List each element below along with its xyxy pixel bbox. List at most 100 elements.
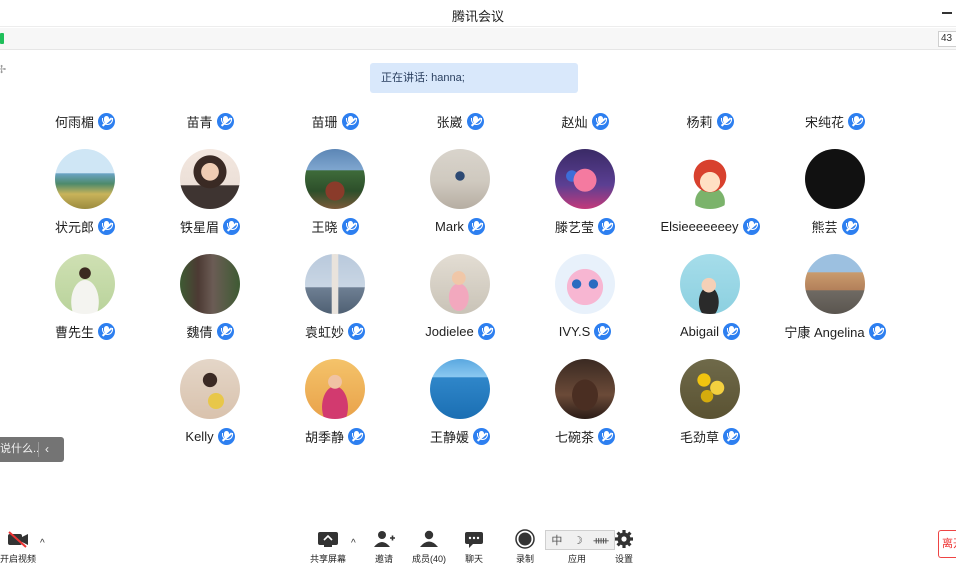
participant-name: Kelly — [185, 428, 214, 444]
participant-name: 熊芸 — [811, 219, 838, 235]
participant-name: 王静媛 — [429, 429, 469, 445]
share-screen-button[interactable]: 共享屏幕 — [306, 529, 350, 569]
video-label: 开启视频 — [0, 554, 36, 564]
record-button[interactable]: 录制 — [503, 529, 547, 569]
participant-avatar — [555, 359, 615, 419]
record-label: 录制 — [515, 554, 534, 564]
chat-popup-divider — [38, 442, 39, 457]
screen-share-icon — [317, 529, 339, 549]
participant-avatar — [180, 254, 240, 314]
participant-name-line: Jodielee — [395, 321, 525, 341]
chat-bubble-icon — [463, 529, 485, 549]
participant-name: 魏倩 — [186, 324, 213, 340]
chat-button[interactable]: 聊天 — [452, 529, 496, 569]
participant-name-line: Elsieeeeeeey — [645, 216, 775, 236]
mic-muted-icon — [477, 322, 495, 340]
share-options-caret[interactable]: ^ — [351, 539, 361, 549]
participant-name-line: 张崴 — [395, 111, 525, 131]
leave-meeting-button[interactable]: 离开 — [938, 530, 956, 558]
mic-muted-icon — [98, 322, 115, 340]
mic-muted-icon — [598, 427, 615, 445]
participant-name: 宁康 Angelina — [784, 324, 865, 340]
participant-name-line: 铁星眉 — [145, 216, 275, 236]
participant-avatar — [680, 254, 740, 314]
video-button[interactable]: 开启视频 — [0, 529, 40, 569]
participant-name: Abigail — [679, 323, 720, 339]
mic-muted-icon — [467, 217, 485, 235]
chat-label: 聊天 — [464, 554, 483, 564]
participant-name: 袁虹妙 — [304, 324, 344, 340]
participant-name-line: 曹先生 — [20, 321, 150, 341]
participant-avatar — [430, 359, 490, 419]
record-icon — [514, 529, 536, 549]
participant-avatar — [55, 149, 115, 209]
mic-muted-icon — [98, 112, 115, 130]
participant-name-line: 袁虹妙 — [270, 321, 400, 341]
participant-name-line: 王静媛 — [395, 426, 525, 446]
participant-avatar — [180, 359, 240, 419]
view-toggle-icon[interactable]: ✢ — [0, 63, 6, 76]
apps-label: 应用 — [567, 554, 586, 564]
participant-name: 状元郎 — [54, 219, 94, 235]
people-icon — [418, 529, 440, 549]
chat-popup[interactable]: 说什么... ‹ — [0, 437, 64, 462]
participant-name: 胡季静 — [304, 429, 344, 445]
settings-label: 设置 — [614, 554, 633, 564]
mic-muted-icon — [341, 112, 359, 130]
participant-avatar — [430, 149, 490, 209]
network-signal-icon[interactable] — [0, 33, 4, 44]
mic-muted-icon — [216, 112, 234, 130]
camera-off-icon — [6, 529, 30, 549]
participant-name-line: IVY.S — [520, 321, 650, 341]
participant-avatar — [180, 149, 240, 209]
ime-symbol-icon[interactable]: ᚔ — [594, 534, 609, 547]
participant-name: 张崴 — [436, 114, 463, 130]
mic-muted-icon — [848, 112, 865, 130]
participant-name: IVY.S — [558, 323, 591, 339]
participant-avatar — [305, 254, 365, 314]
participant-name-line: 毛劲草 — [645, 426, 775, 446]
chat-popup-text[interactable]: 说什么... — [0, 437, 38, 462]
participant-name-line: 赵灿 — [520, 111, 650, 131]
participant-name: Elsieeeeeeey — [660, 218, 739, 234]
video-options-caret[interactable]: ^ — [40, 539, 50, 549]
meeting-info-bar: 43 — [0, 28, 956, 50]
ime-mode[interactable]: 中 — [551, 532, 562, 548]
chevron-left-icon[interactable]: ‹ — [45, 437, 49, 462]
participant-avatar — [680, 149, 740, 209]
mic-muted-icon — [841, 217, 859, 235]
mic-muted-icon — [598, 217, 615, 235]
participant-name: 七碗茶 — [554, 429, 594, 445]
participant-name: 宋纯花 — [804, 114, 844, 130]
minimize-icon[interactable] — [942, 12, 952, 14]
participant-name-line: Kelly — [145, 426, 275, 446]
participant-name-line: 宁康 Angelina — [770, 321, 900, 341]
participant-name: 杨莉 — [686, 114, 713, 130]
participant-name-line: Abigail — [645, 321, 775, 341]
participant-name: Jodielee — [425, 323, 474, 339]
mic-muted-icon — [466, 112, 484, 130]
ime-toolbar[interactable]: 中 ☽ ᚔ — [545, 530, 615, 550]
participant-name: 苗青 — [186, 114, 213, 130]
mic-muted-icon — [216, 322, 234, 340]
mic-muted-icon — [723, 427, 740, 445]
meeting-timer: 43 — [938, 31, 956, 47]
members-button[interactable]: 成员(40) — [407, 529, 451, 569]
mic-muted-icon — [223, 217, 240, 235]
participant-name: 苗珊 — [311, 114, 338, 130]
mic-muted-icon — [98, 217, 115, 235]
mic-muted-icon — [341, 217, 359, 235]
bottom-toolbar: 开启视频 ^ 共享屏幕 ^ 邀请 成员(40) 聊天 录制 应用 设置 — [0, 520, 956, 569]
participant-avatar — [805, 149, 865, 209]
mic-muted-icon — [742, 217, 760, 235]
participant-name: 毛劲草 — [679, 429, 719, 445]
participant-avatar — [305, 359, 365, 419]
participant-name-line: 王晓 — [270, 216, 400, 236]
participant-name: 王晓 — [311, 219, 338, 235]
invite-button[interactable]: 邀请 — [362, 529, 406, 569]
mic-muted-icon — [716, 112, 734, 130]
share-screen-label: 共享屏幕 — [309, 554, 346, 564]
participant-name: 铁星眉 — [179, 219, 219, 235]
ime-moon-icon[interactable]: ☽ — [573, 534, 583, 547]
participant-name-line: 滕艺莹 — [520, 216, 650, 236]
